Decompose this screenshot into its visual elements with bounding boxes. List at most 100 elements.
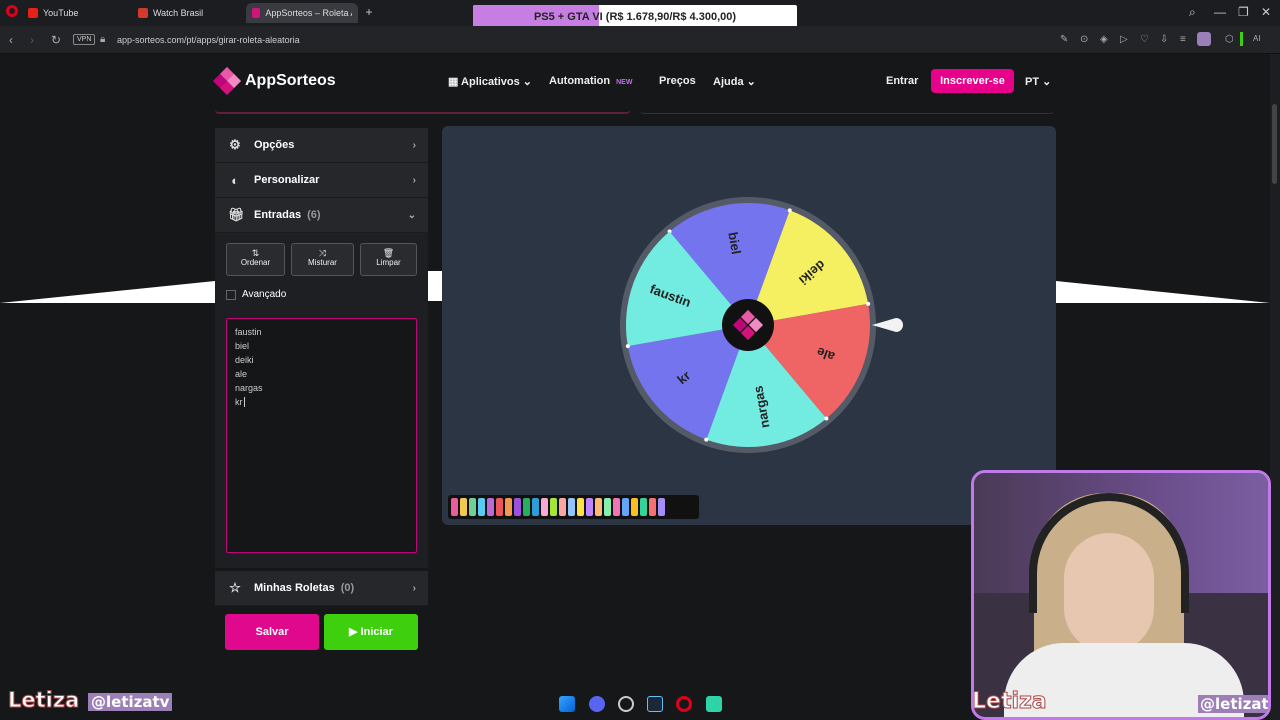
- palette-swatch[interactable]: [595, 498, 602, 516]
- entries-textarea[interactable]: faustin biel deiki ale nargas kr: [226, 318, 417, 553]
- accordion-options[interactable]: ⚙ Opções ›: [215, 128, 428, 163]
- maximize-icon[interactable]: ❐: [1238, 5, 1249, 19]
- tab-appsorteos[interactable]: AppSorteos – Roleta Alea: [246, 3, 358, 23]
- youtube-icon: [28, 8, 38, 18]
- accordion-my-wheels[interactable]: ☆ Minhas Roletas (0) ›: [215, 571, 428, 606]
- taskbar-windows-icon[interactable]: [559, 696, 575, 712]
- palette-swatch[interactable]: [496, 498, 503, 516]
- menu-icon[interactable]: ≡: [1180, 34, 1186, 45]
- url-input[interactable]: app-sorteos.com/pt/apps/girar-roleta-ale…: [117, 35, 300, 45]
- extension-icon[interactable]: ⬡: [1225, 34, 1234, 45]
- palette-swatch[interactable]: [658, 498, 665, 516]
- palette-swatch[interactable]: [577, 498, 584, 516]
- tab-youtube[interactable]: YouTube: [22, 3, 84, 23]
- palette-swatch[interactable]: [514, 498, 521, 516]
- decorative-stripe: [1056, 281, 1270, 303]
- palette-swatch[interactable]: [649, 498, 656, 516]
- spin-wheel[interactable]: bieldeikialenargaskrfaustin: [442, 126, 1056, 525]
- opera-icon[interactable]: [6, 5, 18, 17]
- nav-apps[interactable]: ▦ Aplicativos ⌄: [448, 75, 532, 88]
- logo-text: AppSorteos: [245, 72, 336, 89]
- palette-swatch[interactable]: [604, 498, 611, 516]
- taskbar-obs-icon[interactable]: [618, 696, 634, 712]
- scrollbar-thumb[interactable]: [1272, 104, 1277, 184]
- palette-swatch[interactable]: [478, 498, 485, 516]
- back-icon[interactable]: ‹: [9, 33, 13, 47]
- tab-watch-brasil[interactable]: Watch Brasil: [132, 3, 209, 23]
- logo[interactable]: AppSorteos: [212, 66, 336, 96]
- new-badge: NEW: [616, 79, 633, 86]
- nav-automation[interactable]: Automation NEW: [549, 75, 632, 87]
- entries-count: (6): [307, 209, 321, 221]
- gear-icon: ⚙: [229, 137, 241, 152]
- nav-help[interactable]: Ajuda ⌄: [713, 75, 756, 88]
- shuffle-label: Misturar: [308, 258, 337, 267]
- new-tab-icon[interactable]: +: [363, 6, 375, 18]
- palette-swatch[interactable]: [505, 498, 512, 516]
- start-button[interactable]: ▶ Iniciar: [324, 614, 418, 650]
- vpn-badge[interactable]: VPN: [73, 34, 96, 45]
- language-select[interactable]: PT ⌄: [1025, 75, 1051, 88]
- play-icon[interactable]: ▷: [1120, 34, 1128, 45]
- close-icon[interactable]: ✕: [1261, 5, 1271, 19]
- forward-icon[interactable]: ›: [30, 33, 34, 47]
- avatar[interactable]: [1197, 32, 1211, 46]
- advanced-checkbox[interactable]: [226, 289, 236, 300]
- ai-icon[interactable]: AI: [1253, 34, 1261, 43]
- heart-icon[interactable]: ♡: [1140, 34, 1149, 45]
- palette-swatch[interactable]: [523, 498, 530, 516]
- edit-icon[interactable]: ✎: [1060, 34, 1068, 45]
- entry-line: nargas: [235, 383, 263, 393]
- chevron-down-icon: ⌄: [519, 76, 533, 88]
- camera-icon[interactable]: ⊙: [1080, 34, 1088, 45]
- palette-swatch[interactable]: [541, 498, 548, 516]
- tab-label: YouTube: [43, 8, 79, 18]
- palette-swatch[interactable]: [640, 498, 647, 516]
- start-label: Iniciar: [360, 626, 393, 638]
- palette-swatch[interactable]: [586, 498, 593, 516]
- chevron-right-icon: ›: [412, 139, 416, 151]
- star-icon: ☆: [229, 580, 241, 595]
- page-scrollbar[interactable]: [1270, 54, 1280, 720]
- lock-icon[interactable]: 🔒︎: [100, 34, 105, 45]
- palette-swatch[interactable]: [622, 498, 629, 516]
- clear-button[interactable]: 🗑︎ Limpar: [360, 243, 417, 276]
- palette-swatch[interactable]: [631, 498, 638, 516]
- wheel-hub: [722, 299, 774, 351]
- color-palette-picker[interactable]: [448, 495, 699, 519]
- taskbar-discord-icon[interactable]: [589, 696, 605, 712]
- palette-swatch[interactable]: [550, 498, 557, 516]
- palette-swatch[interactable]: [469, 498, 476, 516]
- save-button[interactable]: Salvar: [225, 614, 319, 650]
- nav-prices[interactable]: Preços: [659, 75, 696, 87]
- palette-swatch[interactable]: [451, 498, 458, 516]
- taskbar-opera-icon[interactable]: [676, 696, 692, 712]
- palette-swatch[interactable]: [559, 498, 566, 516]
- signup-button[interactable]: Inscrever-se: [931, 69, 1014, 93]
- stream-handle-left: @letizatv: [88, 693, 173, 711]
- sort-button[interactable]: ⇅ Ordenar: [226, 243, 285, 276]
- palette-swatch[interactable]: [613, 498, 620, 516]
- palette-swatch[interactable]: [568, 498, 575, 516]
- divider: [640, 104, 1054, 114]
- palette-swatch[interactable]: [460, 498, 467, 516]
- palette-swatch[interactable]: [487, 498, 494, 516]
- login-link[interactable]: Entrar: [886, 75, 918, 87]
- my-wheels-label: Minhas Roletas: [254, 582, 335, 594]
- minimize-icon[interactable]: —: [1214, 5, 1226, 19]
- accordion-customize[interactable]: ◐ Personalizar ›: [215, 163, 428, 198]
- shuffle-button[interactable]: ⤨ Misturar: [291, 243, 354, 276]
- advanced-toggle[interactable]: Avançado: [226, 289, 286, 300]
- text-cursor: [243, 397, 245, 407]
- grid-icon: ▦: [448, 76, 462, 88]
- reload-icon[interactable]: ↻: [51, 33, 61, 47]
- palette-swatch[interactable]: [532, 498, 539, 516]
- download-icon[interactable]: ⇩: [1160, 34, 1168, 45]
- taskbar-steam-icon[interactable]: [647, 696, 663, 712]
- accordion-entries[interactable]: 🎁︎ Entradas (6) ⌄: [215, 198, 428, 233]
- search-icon[interactable]: ⌕: [1189, 5, 1196, 20]
- chevron-down-icon: ⌄: [743, 76, 756, 88]
- shield-icon[interactable]: ◈: [1100, 34, 1108, 45]
- chevron-right-icon: ›: [412, 174, 416, 186]
- taskbar-app-icon[interactable]: [706, 696, 722, 712]
